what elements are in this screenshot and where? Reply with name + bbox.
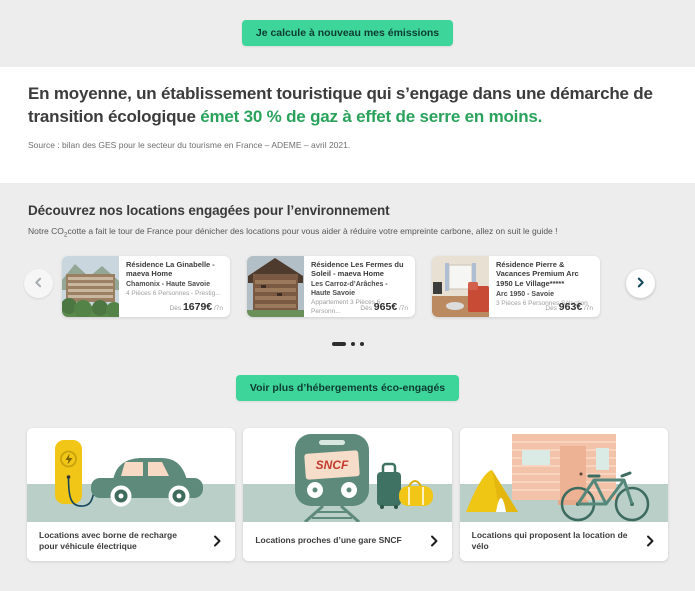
hero-section: En moyenne, un établissement touristique… <box>0 67 695 183</box>
chevron-left-icon <box>33 276 44 291</box>
category-label-row: Locations avec borne de recharge pour vé… <box>27 521 236 561</box>
category-label: Locations proches d’une gare SNCF <box>255 535 402 546</box>
property-location: Arc 1950 - Savoie <box>496 290 554 298</box>
category-label: Locations qui proposent la location de v… <box>471 529 628 552</box>
property-details: 4 Pièces 6 Personnes - Prestig... <box>126 290 221 298</box>
chevron-right-icon <box>645 535 655 547</box>
property-info: Résidence Pierre & Vacances Premium Arc … <box>489 256 600 317</box>
chevron-right-icon <box>635 276 646 291</box>
property-info: Résidence La Ginabelle - maeva Home Cham… <box>119 256 230 317</box>
chevron-right-icon <box>212 535 222 547</box>
property-card[interactable]: Résidence Les Fermes du Soleil - maeva H… <box>247 255 415 317</box>
eco-category-cards: Locations avec borne de recharge pour vé… <box>27 427 668 561</box>
eco-listings-section: Découvrez nos locations engagées pour l’… <box>0 183 695 561</box>
property-price: Dès 963€ /7n <box>545 300 593 313</box>
see-more-eco-lodgings-button[interactable]: Voir plus d’hébergements éco-engagés <box>235 374 460 401</box>
property-location: Les Carroz-d’Arâches - Haute Savoie <box>311 281 388 298</box>
category-label-row: Locations proches d’une gare SNCF <box>243 521 452 561</box>
property-location: Chamonix - Haute Savoie <box>126 281 211 289</box>
category-card-bike-rental[interactable]: Locations qui proposent la location de v… <box>459 427 668 561</box>
property-carousel: Résidence La Ginabelle - maeva Home Cham… <box>0 255 695 317</box>
property-photo <box>432 255 489 317</box>
category-card-sncf-station[interactable]: SNCF Locations proches d’une gare SNCF <box>243 427 452 561</box>
property-card[interactable]: Résidence Pierre & Vacances Premium Arc … <box>432 255 600 317</box>
property-photo <box>62 255 119 317</box>
property-price: Dès 965€ /7n <box>360 300 408 313</box>
carousel-pagination <box>0 341 695 346</box>
headline-green-text: émet 30 % de gaz à effet de serre en moi… <box>200 106 543 126</box>
ev-charging-illustration <box>27 427 236 522</box>
property-card[interactable]: Résidence La Ginabelle - maeva Home Cham… <box>62 255 230 317</box>
pagination-dot[interactable] <box>359 341 364 346</box>
category-card-ev-charging[interactable]: Locations avec borne de recharge pour vé… <box>27 427 236 561</box>
property-title: Résidence Pierre & Vacances Premium Arc … <box>496 259 579 289</box>
pagination-dot[interactable] <box>350 341 355 346</box>
property-price: Dès 1679€ /7n <box>169 300 223 313</box>
sncf-train-illustration: SNCF <box>243 427 452 522</box>
chevron-right-icon <box>429 535 439 547</box>
carousel-prev-button[interactable] <box>24 268 53 298</box>
section-subtitle: Notre CO2cotte a fait le tour de France … <box>28 226 558 239</box>
top-banner: Je calcule à nouveau mes émissions <box>0 0 695 67</box>
recalculate-emissions-button[interactable]: Je calcule à nouveau mes émissions <box>241 20 454 46</box>
property-title: Résidence Les Fermes du Soleil - maeva H… <box>311 259 404 279</box>
sncf-logo-text: SNCF <box>316 458 349 472</box>
property-title: Résidence La Ginabelle - maeva Home <box>126 259 215 279</box>
camping-bike-illustration <box>459 427 668 522</box>
section-title: Découvrez nos locations engagées pour l’… <box>28 203 390 218</box>
hero-headline: En moyenne, un établissement touristique… <box>28 83 667 128</box>
property-card-list: Résidence La Ginabelle - maeva Home Cham… <box>62 255 600 317</box>
category-label-row: Locations qui proposent la location de v… <box>459 521 668 561</box>
property-info: Résidence Les Fermes du Soleil - maeva H… <box>304 256 415 317</box>
pagination-dot-active[interactable] <box>331 341 346 346</box>
carousel-next-button[interactable] <box>626 268 655 298</box>
category-label: Locations avec borne de recharge pour vé… <box>39 529 177 552</box>
source-note: Source : bilan des GES pour le secteur d… <box>28 140 351 151</box>
property-photo <box>247 255 304 317</box>
